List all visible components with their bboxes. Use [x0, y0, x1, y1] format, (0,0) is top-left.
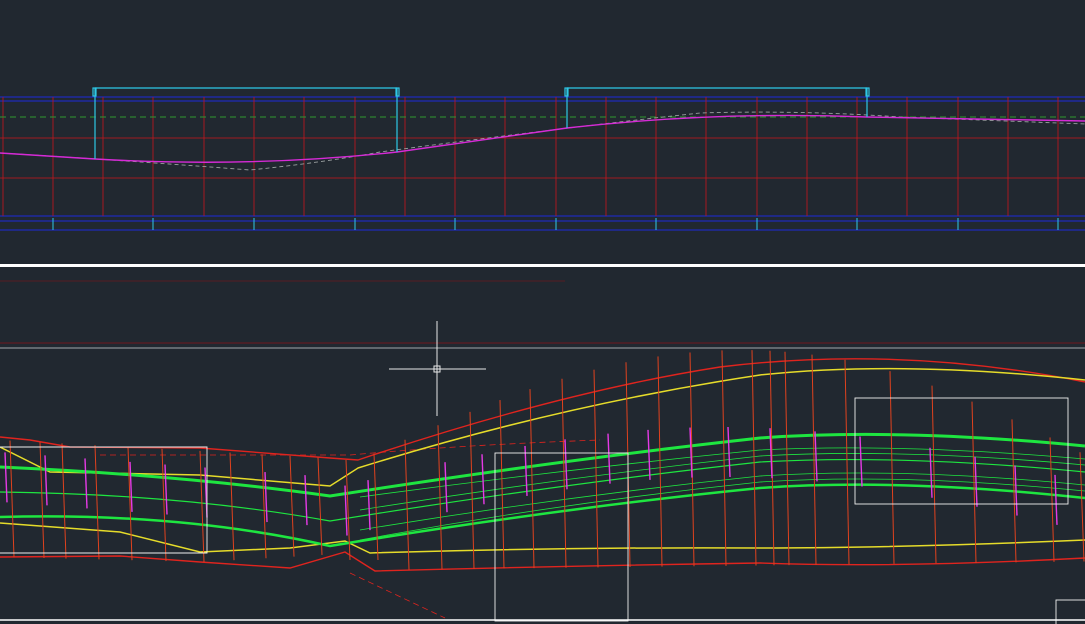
cross-section-line	[844, 359, 850, 565]
offset-tick	[4, 452, 8, 503]
vertical-curve-marker[interactable]	[564, 87, 870, 128]
offset-tick	[974, 456, 978, 507]
cross-section-line	[593, 369, 599, 568]
cross-section-line	[39, 442, 45, 559]
offset-tick	[607, 433, 611, 484]
profile-design-line	[0, 114, 1085, 163]
profile-grid	[0, 97, 1085, 216]
cross-section-lines	[9, 350, 1085, 570]
cross-section-line	[404, 439, 410, 570]
profile-viewport[interactable]	[0, 87, 1085, 231]
centerline-bundle	[0, 432, 1085, 548]
cross-section-line	[529, 389, 535, 569]
cross-section-line	[499, 400, 505, 569]
offset-tick	[367, 480, 371, 531]
cross-section-line	[94, 445, 100, 560]
cross-section-line	[61, 443, 67, 559]
edge-line-bottom	[0, 522, 1085, 554]
road-outline-bottom	[0, 551, 1085, 572]
cross-section-line	[289, 455, 295, 557]
offset-tick	[44, 455, 48, 506]
cad-drawing-canvas[interactable]	[0, 0, 1085, 624]
plan-viewport[interactable]	[0, 280, 1085, 624]
cross-section-line	[317, 457, 323, 555]
offset-tick	[564, 439, 568, 490]
offset-tick	[647, 429, 651, 480]
offset-tick	[481, 454, 485, 505]
offset-tick	[444, 462, 448, 513]
offset-tick	[1014, 465, 1018, 516]
viewport-divider	[0, 264, 1085, 267]
cross-section-line	[657, 356, 663, 567]
cross-section-line	[721, 350, 727, 566]
offset-tick	[264, 472, 268, 523]
offset-tick	[164, 464, 168, 515]
cross-section-line	[9, 440, 15, 558]
cross-section-line	[784, 351, 790, 566]
offset-tick	[304, 475, 308, 526]
cross-section-line	[261, 454, 267, 559]
offset-tick	[727, 426, 731, 478]
road-outline-top	[0, 358, 1085, 461]
cross-section-line	[561, 378, 567, 568]
cross-section-line	[751, 350, 757, 566]
offset-tick	[84, 458, 88, 509]
vertical-curve-marker[interactable]	[92, 87, 400, 159]
offset-line	[349, 572, 446, 619]
viewport-frames	[0, 397, 1085, 624]
cross-section-line	[199, 450, 205, 563]
cross-section-line	[1079, 452, 1085, 562]
station-ticks	[52, 218, 1059, 230]
crosshair-pickbox-icon	[389, 321, 486, 416]
cross-section-line	[889, 371, 895, 564]
